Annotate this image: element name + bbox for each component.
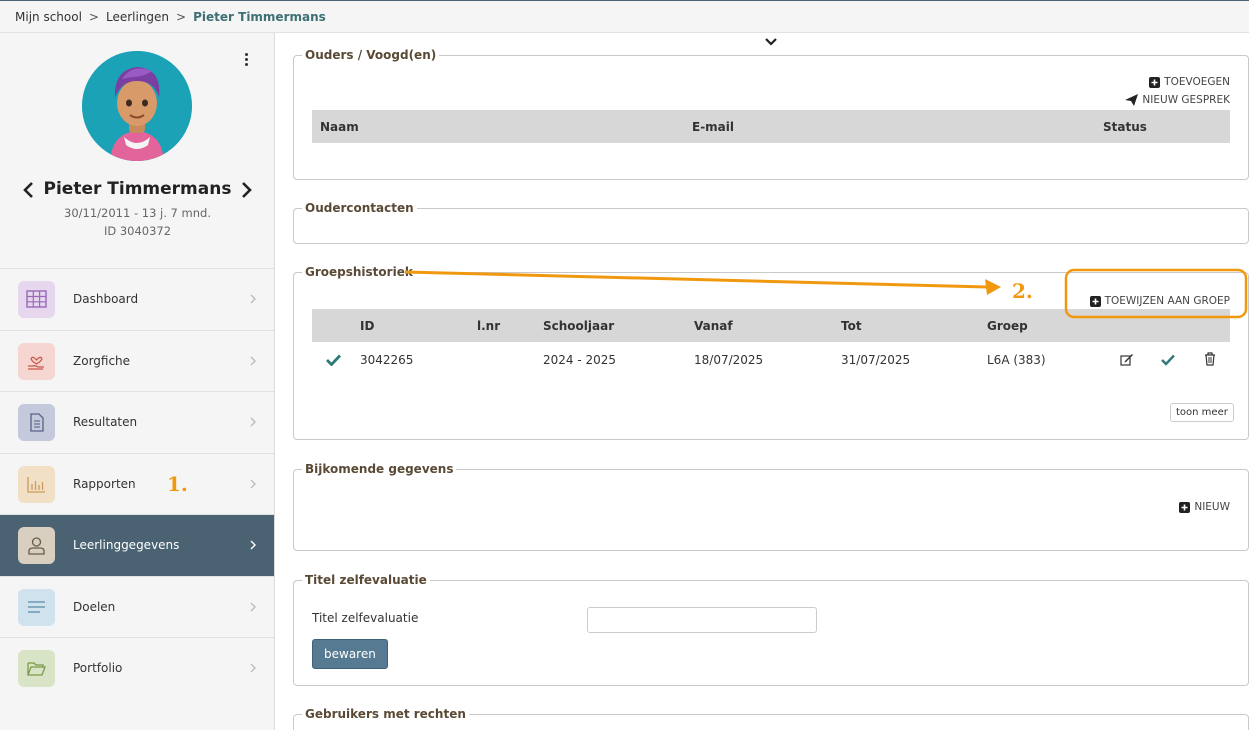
breadcrumb: Mijn school > Leerlingen > Pieter Timmermans: [15, 10, 326, 24]
grid-icon: [18, 281, 55, 318]
avatar: [82, 51, 192, 161]
sidebar-item-label: Dashboard: [73, 292, 139, 306]
bar-chart-icon: [18, 465, 55, 503]
sidebar-item-rapporten[interactable]: Rapporten 1.: [0, 452, 274, 514]
hand-heart-icon: [18, 342, 55, 380]
sidebar-item-doelen[interactable]: Doelen: [0, 575, 274, 637]
folder-icon: [18, 650, 55, 687]
next-student-icon[interactable]: [237, 180, 255, 200]
breadcrumb-separator: >: [176, 10, 187, 24]
chevron-right-icon: [250, 540, 256, 550]
annotation-arrowhead: [985, 279, 1001, 295]
annotation-step-two: 2.: [1012, 279, 1033, 303]
lines-icon: [18, 588, 55, 626]
annotation-overlay: [404, 268, 1248, 319]
sidebar-item-dashboard[interactable]: Dashboard: [0, 268, 274, 330]
student-id: ID 3040372: [103, 224, 172, 238]
sidebar-item-leerlinggegevens[interactable]: Leerlinggegevens: [0, 514, 274, 576]
breadcrumb-section[interactable]: Leerlingen: [106, 10, 169, 24]
annotation-highlight-box: [1064, 268, 1248, 319]
annotation-step-one: 1.: [167, 471, 188, 496]
sidebar-item-resultaten[interactable]: Resultaten: [0, 391, 274, 453]
sidebar-item-label: Resultaten: [73, 415, 138, 429]
sidebar-item-label: Leerlinggegevens: [73, 538, 180, 552]
main-content: Ouders / Voogd(en) TOEVOEGEN NIEUW GESPR…: [275, 33, 1249, 730]
breadcrumb-separator: >: [88, 10, 99, 24]
chevron-right-icon: [250, 479, 256, 488]
sidebar-item-label: Doelen: [73, 599, 116, 614]
sidebar-menu: Dashboard Zorgfiche Resultaten Rapporten…: [0, 268, 274, 699]
document-icon: [18, 404, 55, 441]
sidebar: Pieter Timmermans 30/11/2011 - 13 j. 7 m…: [0, 33, 275, 730]
annotation-arrow-line: [404, 270, 988, 289]
sidebar-item-portfolio[interactable]: Portfolio: [0, 637, 274, 699]
breadcrumb-current: Pieter Timmermans: [193, 10, 326, 24]
more-options-icon[interactable]: [241, 53, 251, 67]
chevron-right-icon: [250, 417, 256, 427]
sidebar-item-label: Portfolio: [73, 661, 123, 675]
student-name: Pieter Timmermans: [43, 179, 232, 199]
breadcrumb-root[interactable]: Mijn school: [15, 10, 82, 24]
chevron-right-icon: [250, 294, 256, 304]
chevron-right-icon: [250, 356, 256, 365]
student-birthdate: 30/11/2011 - 13 j. 7 mnd.: [64, 206, 211, 220]
top-bar: Mijn school > Leerlingen > Pieter Timmermans: [0, 0, 1249, 33]
chevron-right-icon: [250, 602, 256, 611]
chevron-right-icon: [250, 663, 256, 673]
sidebar-item-zorgfiche[interactable]: Zorgfiche: [0, 329, 274, 391]
user-icon: [18, 527, 55, 564]
sidebar-item-label: Rapporten: [73, 476, 136, 491]
sidebar-item-label: Zorgfiche: [73, 353, 131, 368]
